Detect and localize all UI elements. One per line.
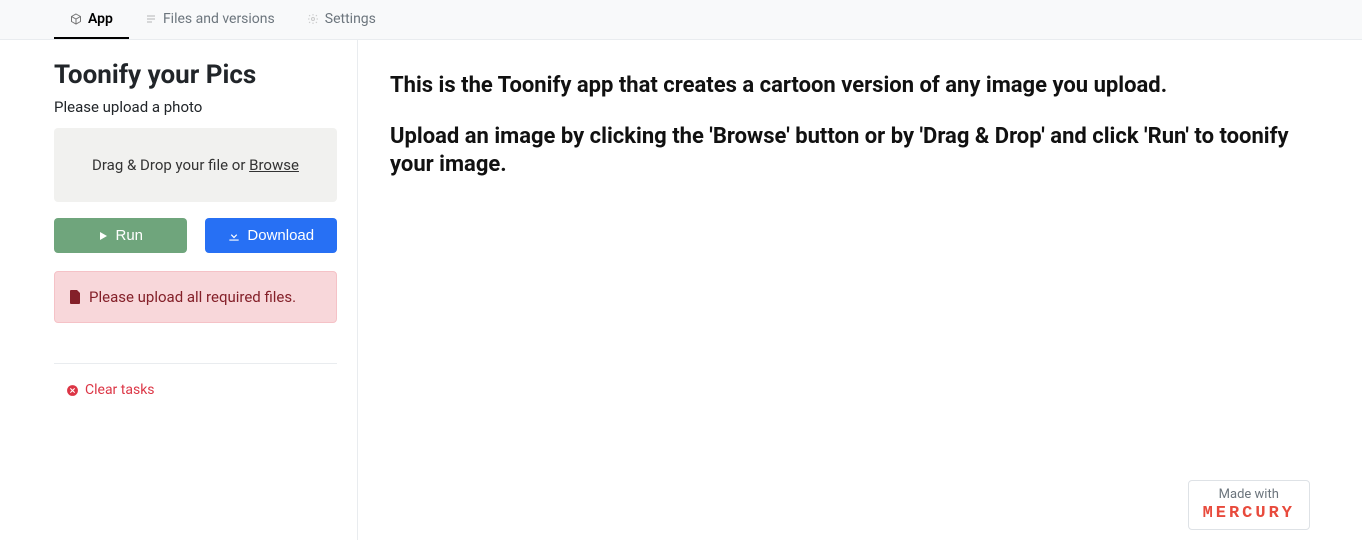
browse-link[interactable]: Browse [249,156,299,174]
clear-tasks-link[interactable]: Clear tasks [54,382,337,398]
download-button[interactable]: Download [205,218,338,253]
upload-alert: Please upload all required files. [54,271,337,323]
button-row: Run Download [54,218,337,253]
upload-alert-text: Please upload all required files. [89,288,296,306]
dropzone-text: Drag & Drop your file or [92,156,249,174]
tabs: App Files and versions Settings [54,1,392,39]
file-dropzone[interactable]: Drag & Drop your file or Browse [54,128,337,202]
sidebar: Toonify your Pics Please upload a photo … [0,40,358,540]
run-button-label: Run [115,227,143,244]
tab-app[interactable]: App [54,1,129,39]
file-icon [69,290,81,304]
main-para-2: Upload an image by clicking the 'Browse'… [390,123,1314,180]
divider [54,363,337,364]
top-tabbar: App Files and versions Settings [0,0,1362,40]
play-icon [97,230,109,242]
content-area: Toonify your Pics Please upload a photo … [0,40,1362,540]
tab-settings[interactable]: Settings [291,1,392,39]
made-with-brand: MERCURY [1203,504,1295,523]
app-title: Toonify your Pics [54,60,337,90]
tab-settings-label: Settings [325,11,376,27]
gear-icon [307,13,319,25]
main-para-1: This is the Toonify app that creates a c… [390,72,1314,101]
download-button-label: Download [247,227,314,244]
main-description: This is the Toonify app that creates a c… [390,72,1314,180]
made-with-label: Made with [1203,487,1295,502]
download-icon [227,229,241,243]
tab-app-label: App [88,11,113,27]
list-icon [145,13,157,25]
tab-files-label: Files and versions [163,11,275,27]
app-subtitle: Please upload a photo [54,98,337,116]
clear-tasks-label: Clear tasks [85,382,155,398]
close-circle-icon [66,384,79,397]
made-with-badge[interactable]: Made with MERCURY [1188,480,1310,530]
run-button[interactable]: Run [54,218,187,253]
cube-icon [70,13,82,25]
tab-files[interactable]: Files and versions [129,1,291,39]
main-panel: This is the Toonify app that creates a c… [358,40,1362,540]
